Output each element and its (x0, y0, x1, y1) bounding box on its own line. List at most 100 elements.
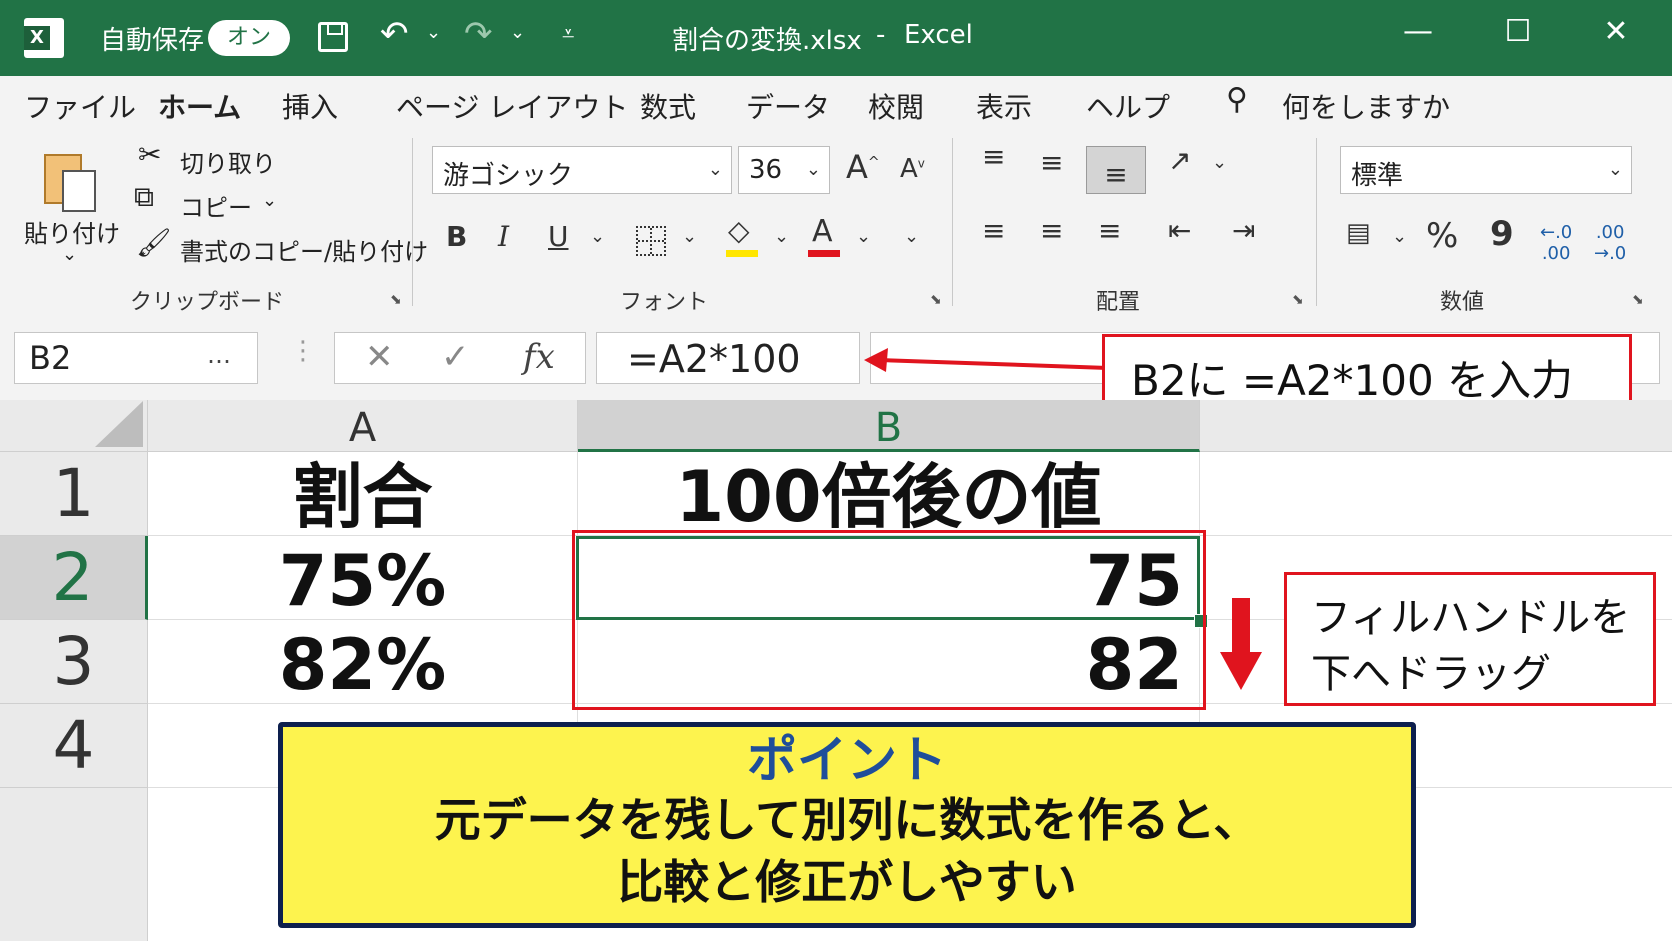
align-bottom-icon[interactable]: ≡ (1086, 146, 1146, 194)
decrease-decimal-icon[interactable]: .00 →.0 (1594, 222, 1626, 264)
paste-dropdown-icon[interactable]: ⌄ (62, 244, 77, 265)
ribbon: 貼り付け ⌄ ✂ 切り取り ⧉ コピー ⌄ 🖌 書式のコピー/貼り付け クリップ… (0, 130, 1672, 317)
borders-dropdown-icon[interactable]: ⌄ (682, 226, 697, 247)
number-launcher-icon[interactable]: ⬊ (1632, 292, 1644, 308)
accounting-dropdown-icon[interactable]: ⌄ (1392, 226, 1407, 247)
excel-logo-icon: X (24, 18, 64, 58)
increase-decimal-icon[interactable]: ←.0.00 (1540, 222, 1572, 264)
fill-color-swatch (726, 250, 758, 257)
tab-review[interactable]: 校閲 (868, 86, 924, 126)
formula-callout-text: B2に =A2*100 を入力 (1131, 356, 1574, 405)
font-launcher-icon[interactable]: ⬊ (930, 292, 942, 308)
redo-icon[interactable]: ↷ (464, 14, 493, 54)
comma-style-button[interactable]: 9 (1490, 214, 1514, 254)
title-separator: - (876, 20, 886, 50)
decrease-indent-icon[interactable]: ⇤ (1168, 214, 1191, 247)
cell-c1[interactable] (1200, 452, 1672, 536)
percent-style-button[interactable]: % (1426, 216, 1458, 256)
cell-a2[interactable]: 75% (148, 536, 578, 622)
tab-formulas[interactable]: 数式 (640, 86, 696, 126)
group-divider (952, 138, 953, 306)
font-name-select[interactable]: 游ゴシック ⌄ (432, 146, 732, 194)
close-icon[interactable]: ✕ (1586, 14, 1646, 49)
number-format-select[interactable]: 標準 ⌄ (1340, 146, 1632, 194)
tab-file[interactable]: ファイル (24, 86, 136, 126)
cut-icon[interactable]: ✂ (138, 138, 161, 171)
underline-button[interactable]: U (548, 220, 569, 253)
name-box-dropdown-icon[interactable]: … (207, 341, 231, 369)
copy-icon[interactable]: ⧉ (134, 180, 154, 214)
tab-data[interactable]: データ (746, 86, 830, 126)
select-all-button[interactable] (0, 400, 148, 452)
tab-page-layout[interactable]: ページ レイアウト (396, 86, 628, 126)
clipboard-group-label: クリップボード (130, 290, 285, 315)
enter-icon[interactable]: ✓ (441, 337, 470, 377)
tab-insert[interactable]: 挿入 (282, 86, 338, 126)
accounting-format-icon[interactable]: ▤ (1346, 218, 1371, 248)
font-size-select[interactable]: 36 ⌄ (738, 146, 830, 194)
row-header-2[interactable]: 2 (0, 536, 148, 620)
row-header-3[interactable]: 3 (0, 620, 148, 704)
name-box[interactable]: B2 … (14, 332, 258, 384)
tab-help[interactable]: ヘルプ (1086, 86, 1170, 126)
format-painter-button[interactable]: 書式のコピー/貼り付け (180, 232, 428, 267)
row-header-1[interactable]: 1 (0, 452, 148, 536)
font-color-dropdown-icon[interactable]: ⌄ (856, 226, 871, 247)
more-font-options-icon[interactable]: ⌄ (904, 226, 919, 247)
increase-indent-icon[interactable]: ⇥ (1232, 214, 1255, 247)
tell-me-search[interactable]: 何をしますか (1282, 86, 1450, 126)
column-header-a[interactable]: A (148, 400, 578, 452)
minimize-icon[interactable]: — (1388, 14, 1448, 49)
chevron-down-icon: ⌄ (707, 159, 723, 180)
splitter-handle-icon[interactable]: ⋮ (290, 336, 316, 366)
redo-dropdown-icon[interactable]: ⌄ (510, 22, 525, 43)
cell-b1[interactable]: 100倍後の値 (578, 452, 1200, 538)
formula-input[interactable]: =A2*100 (596, 332, 860, 384)
paste-icon[interactable] (40, 148, 98, 212)
cell-a1[interactable]: 割合 (148, 452, 578, 538)
cancel-icon[interactable]: ✕ (365, 337, 394, 377)
customize-qat-icon[interactable]: ⩡ (562, 22, 574, 47)
italic-button[interactable]: I (498, 220, 509, 253)
align-right-icon[interactable]: ≡ (1098, 214, 1121, 247)
align-left-icon[interactable]: ≡ (982, 214, 1005, 247)
align-center-icon[interactable]: ≡ (1040, 214, 1063, 247)
copy-button[interactable]: コピー (180, 188, 252, 223)
undo-icon[interactable]: ↶ (380, 14, 409, 54)
fill-color-dropdown-icon[interactable]: ⌄ (774, 226, 789, 247)
orientation-dropdown-icon[interactable]: ⌄ (1212, 152, 1227, 173)
save-icon[interactable] (318, 22, 348, 52)
number-group-label: 数値 (1440, 290, 1485, 315)
align-middle-icon[interactable]: ≡ (1040, 146, 1063, 179)
borders-icon[interactable] (636, 226, 666, 256)
tab-home[interactable]: ホーム (158, 86, 242, 138)
cell-a3[interactable]: 82% (148, 620, 578, 706)
alignment-group-label: 配置 (1096, 290, 1141, 315)
insert-function-icon[interactable]: fx (523, 337, 555, 377)
lightbulb-icon[interactable]: ⚲ (1226, 82, 1248, 117)
point-line-1: 元データを残して別列に数式を作ると、 (434, 793, 1260, 847)
row-header-4[interactable]: 4 (0, 704, 148, 788)
name-box-value: B2 (29, 339, 72, 377)
tab-view[interactable]: 表示 (976, 86, 1032, 126)
increase-font-size-icon[interactable]: A^ (846, 148, 880, 186)
alignment-launcher-icon[interactable]: ⬊ (1292, 292, 1304, 308)
cut-button[interactable]: 切り取り (180, 144, 276, 179)
underline-dropdown-icon[interactable]: ⌄ (590, 226, 605, 247)
font-group-label: フォント (620, 290, 709, 315)
undo-dropdown-icon[interactable]: ⌄ (426, 22, 441, 43)
clipboard-launcher-icon[interactable]: ⬊ (390, 292, 402, 308)
align-top-icon[interactable]: ≡ (982, 140, 1005, 173)
format-painter-icon[interactable]: 🖌 (136, 226, 172, 259)
autosave-toggle[interactable]: オン (208, 20, 290, 56)
orientation-icon[interactable]: ↗ (1168, 144, 1191, 177)
maximize-icon[interactable]: ☐ (1488, 14, 1548, 49)
copy-dropdown-icon[interactable]: ⌄ (262, 190, 277, 211)
decrease-font-size-icon[interactable]: Av (900, 154, 925, 184)
bold-button[interactable]: B (446, 220, 467, 253)
font-color-icon[interactable]: A (812, 214, 833, 249)
formula-buttons: ✕ ✓ fx (334, 332, 586, 384)
fill-color-icon[interactable]: ◇ (728, 214, 750, 247)
font-name-value: 游ゴシック (443, 161, 574, 191)
column-header-b[interactable]: B (578, 400, 1200, 452)
